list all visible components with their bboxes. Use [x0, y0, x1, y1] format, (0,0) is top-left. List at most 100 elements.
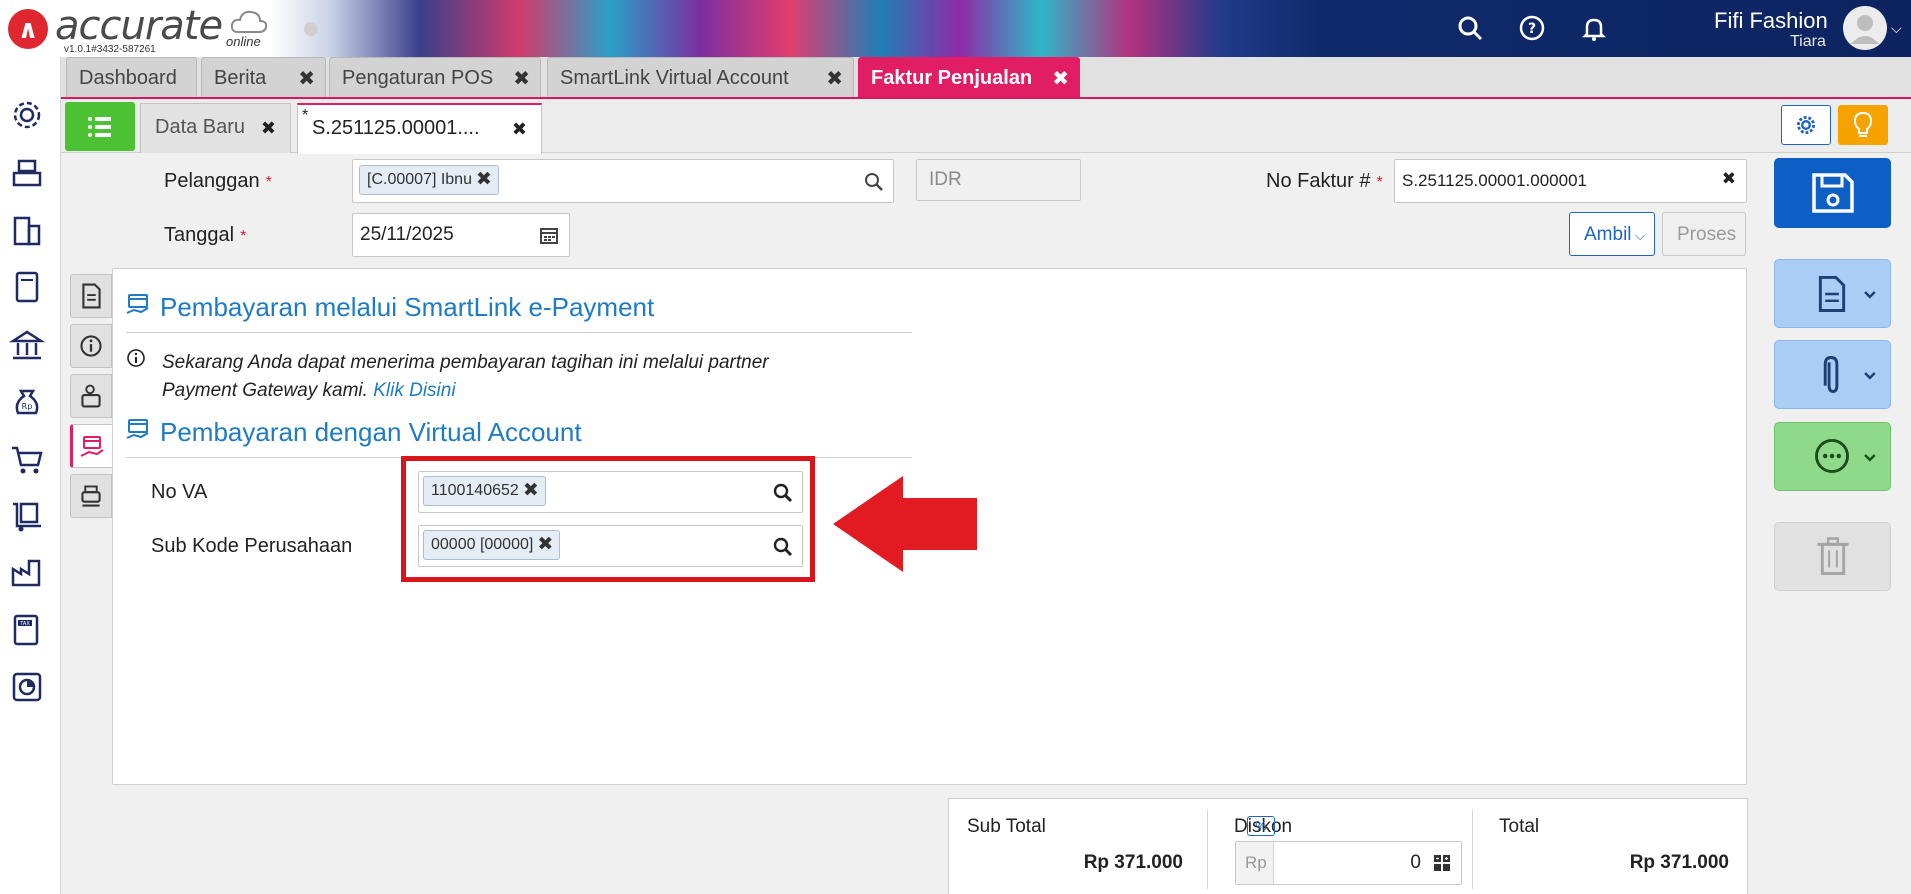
tab-label: Pengaturan POS: [342, 67, 494, 89]
ambil-button[interactable]: Ambil ⌵: [1569, 212, 1655, 256]
avatar-icon[interactable]: [1843, 6, 1887, 50]
settings-gear-button[interactable]: [1781, 105, 1831, 145]
search-icon[interactable]: [863, 171, 885, 193]
vtab-money-icon[interactable]: [70, 374, 112, 418]
clear-icon[interactable]: ✖: [1722, 169, 1736, 189]
close-icon[interactable]: ✖: [261, 118, 276, 139]
cash-register-icon[interactable]: [9, 155, 45, 191]
proses-button[interactable]: Proses: [1662, 212, 1746, 256]
sub-total-label: Sub Total: [967, 816, 1046, 837]
help-icon[interactable]: ?: [1518, 14, 1546, 42]
list-menu-icon[interactable]: [65, 102, 135, 151]
payment-icon: [126, 294, 149, 314]
settings-gear-icon[interactable]: [9, 97, 45, 133]
diskon-value: 0: [1410, 852, 1421, 873]
no-va-label: No VA: [151, 481, 208, 503]
tab-pengaturan-pos[interactable]: Pengaturan POS ✖: [329, 57, 541, 97]
tab-dashboard[interactable]: Dashboard: [66, 57, 197, 97]
totals-bar: Sub Total Rp 371.000 Diskon % Rp 0 Total…: [948, 798, 1748, 894]
brand-sub: online: [226, 34, 261, 49]
main-tab-bar: Dashboard Berita ✖ Pengaturan POS ✖ Smar…: [61, 57, 1911, 99]
smartlink-info-text: Sekarang Anda dapat menerima pembayaran …: [162, 352, 769, 401]
close-icon[interactable]: ✖: [298, 66, 315, 91]
sub-kode-perusahaan-label: Sub Kode Perusahaan: [151, 535, 353, 557]
svg-text:TAX: TAX: [19, 621, 30, 627]
sub-total-value: Rp 371.000: [1083, 852, 1183, 873]
left-sidebar: Rp TAX: [0, 57, 61, 894]
tab-berita[interactable]: Berita ✖: [201, 57, 326, 97]
unsaved-marker: *: [302, 107, 309, 124]
brand-name: accurate: [55, 3, 223, 49]
tab-label: Data Baru: [155, 116, 246, 138]
section-divider: [126, 332, 912, 333]
chevron-down-icon: ⌵: [1631, 228, 1645, 243]
tanggal-field[interactable]: 25/11/2025: [352, 213, 570, 257]
save-button[interactable]: [1774, 158, 1891, 228]
close-icon[interactable]: ✖: [476, 168, 492, 191]
total-value: Rp 371.000: [1629, 852, 1729, 873]
calendar-icon[interactable]: [539, 225, 559, 245]
document-menu-button[interactable]: [1774, 259, 1891, 328]
divider: [1207, 809, 1208, 889]
payment-hand-icon: [80, 436, 104, 457]
svg-text:?: ?: [1528, 21, 1536, 37]
virtual-account-section-title: Pembayaran dengan Virtual Account: [160, 417, 582, 447]
tab-data-baru[interactable]: Data Baru ✖: [140, 103, 291, 153]
top-header: ∧ accurate online v1.0.1#3432-587261 ? F…: [0, 0, 1911, 57]
attachment-button[interactable]: [1774, 340, 1891, 409]
vtab-document-icon[interactable]: [70, 274, 112, 318]
close-icon[interactable]: ✖: [1052, 66, 1069, 91]
klik-disini-link[interactable]: Klik Disini: [373, 380, 455, 401]
accurate-logo-mark-icon: ∧: [8, 9, 48, 49]
bank-icon[interactable]: [9, 327, 45, 363]
warehouse-trolley-icon[interactable]: [9, 498, 45, 534]
search-icon[interactable]: [1456, 14, 1484, 42]
status-dot-icon: [304, 22, 318, 36]
currency-field: IDR: [916, 159, 1081, 201]
lightbulb-icon[interactable]: [1838, 105, 1888, 145]
report-chart-icon[interactable]: [9, 669, 45, 705]
total-label: Total: [1499, 816, 1540, 837]
tanggal-label: Tanggal *: [164, 224, 247, 246]
highlight-annotation-box: [401, 456, 815, 582]
chevron-down-icon[interactable]: ⌵: [1891, 20, 1902, 37]
tax-calculator-icon[interactable]: TAX: [9, 612, 45, 648]
tab-label: S.251125.00001....: [312, 117, 480, 139]
payment-icon: [126, 419, 149, 439]
close-icon[interactable]: ✖: [512, 119, 527, 140]
vtab-info-icon[interactable]: [70, 324, 112, 368]
tab-label: Faktur Penjualan: [871, 67, 1033, 89]
calculator-icon[interactable]: [1432, 853, 1452, 873]
more-options-button[interactable]: [1774, 422, 1891, 491]
diskon-field[interactable]: Rp 0: [1235, 841, 1462, 885]
money-bag-icon[interactable]: Rp: [9, 383, 45, 419]
ledger-book-icon[interactable]: [9, 269, 45, 305]
user-sub-name: Tiara: [1790, 33, 1826, 50]
tab-label: Berita: [214, 67, 267, 89]
close-icon[interactable]: ✖: [826, 66, 843, 91]
tab-label: SmartLink Virtual Account: [560, 67, 789, 89]
info-icon: [127, 349, 145, 367]
version-label: v1.0.1#3432-587261: [64, 44, 156, 55]
close-icon[interactable]: ✖: [513, 66, 530, 91]
currency-prefix: Rp: [1236, 842, 1274, 884]
pelanggan-field[interactable]: [C.00007] Ibnu ✖: [352, 159, 894, 203]
shopping-cart-icon[interactable]: [9, 441, 45, 477]
divider: [1472, 809, 1473, 889]
tab-smartlink-virtual-account[interactable]: SmartLink Virtual Account ✖: [547, 57, 854, 97]
building-icon[interactable]: [9, 212, 45, 248]
tab-faktur-penjualan[interactable]: Faktur Penjualan ✖: [858, 57, 1080, 97]
diskon-percent-toggle[interactable]: %: [1247, 816, 1275, 836]
svg-text:Rp: Rp: [22, 402, 33, 411]
tab-label: Dashboard: [79, 67, 177, 89]
smartlink-section-title: Pembayaran melalui SmartLink e-Payment: [160, 292, 655, 322]
tab-current-invoice[interactable]: * S.251125.00001.... ✖: [297, 103, 542, 154]
bell-icon[interactable]: [1580, 14, 1608, 42]
no-faktur-field[interactable]: S.251125.00001.000001 ✖: [1394, 159, 1747, 203]
vtab-payment[interactable]: [70, 424, 112, 468]
delete-trash-button[interactable]: [1774, 522, 1891, 591]
factory-icon[interactable]: [9, 555, 45, 591]
vtab-printer-icon[interactable]: [70, 474, 112, 518]
customer-chip: [C.00007] Ibnu ✖: [359, 165, 499, 195]
no-faktur-label: No Faktur # *: [1266, 170, 1383, 192]
